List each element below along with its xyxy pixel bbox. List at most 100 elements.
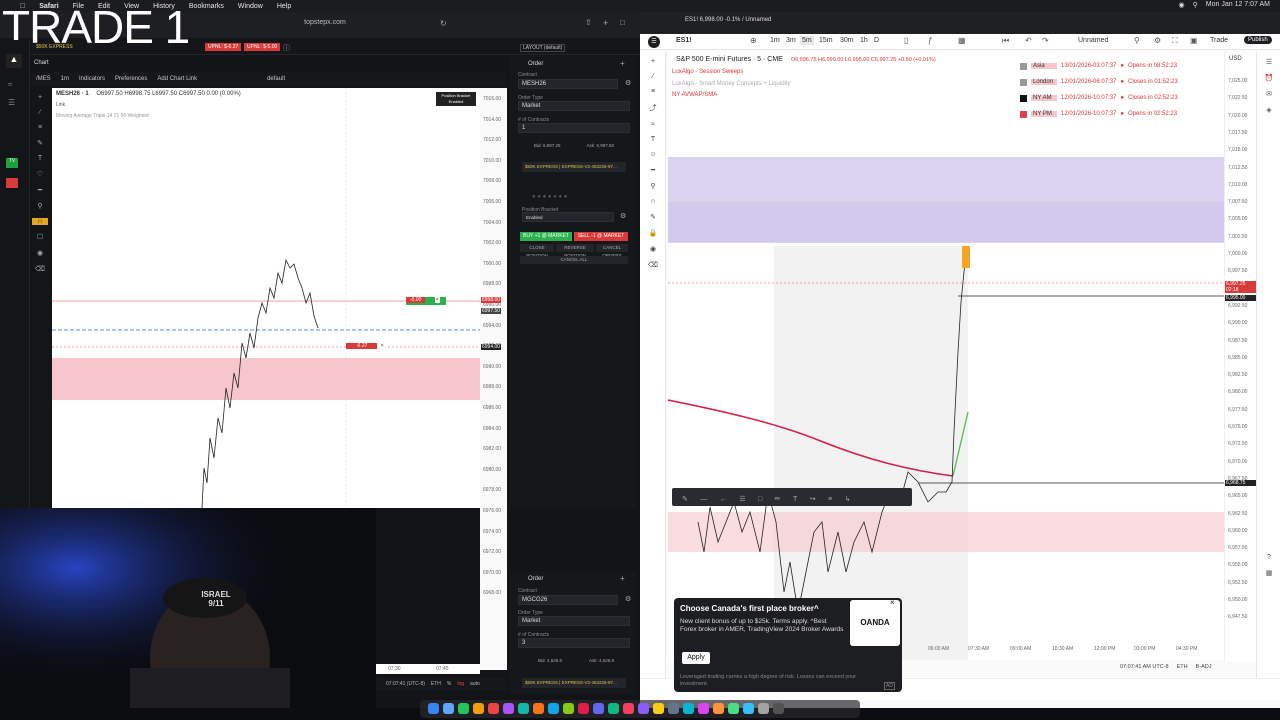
ask-price[interactable]: Ask: 6,997.50 xyxy=(586,143,614,148)
account-select[interactable]: $50K EXPRESS | EXPRESS-V2-453226-97... xyxy=(522,162,626,172)
layout-name[interactable]: Unnamed xyxy=(1078,37,1108,44)
chart-link[interactable]: Link xyxy=(56,102,65,108)
account-select[interactable]: $50K EXPRESS | EXPRESS-V2-453226-97... xyxy=(522,678,626,688)
order-tab[interactable]: Order xyxy=(528,576,543,582)
close-position-button[interactable]: CLOSE POSITION xyxy=(520,244,554,258)
close-icon[interactable]: × xyxy=(379,343,385,349)
dock-app-icon[interactable] xyxy=(578,703,589,714)
dock-app-icon[interactable] xyxy=(458,703,469,714)
dock-app-icon[interactable] xyxy=(548,703,559,714)
fullscreen-icon[interactable]: ⛶ xyxy=(1172,36,1178,46)
tv-emoji-icon[interactable]: ☺ xyxy=(640,151,666,158)
dock-app-icon[interactable] xyxy=(533,703,544,714)
tv-crosshair-icon[interactable]: + xyxy=(640,58,666,65)
tv-trash-icon[interactable]: ⌫ xyxy=(640,261,666,269)
arrow-icon[interactable]: ← xyxy=(720,496,727,503)
tabs-overview-icon[interactable]: □ xyxy=(620,18,625,27)
text-icon[interactable]: T xyxy=(793,496,797,503)
tv-symbol-title[interactable]: S&P 500 E-mini Futures · 5 · CME xyxy=(676,56,783,63)
preferences-button[interactable]: Preferences xyxy=(115,76,147,82)
camera-icon[interactable]: ▣ xyxy=(1190,36,1198,45)
add-chart-link-button[interactable]: Add Chart Link xyxy=(157,76,197,82)
chart-icon[interactable]: ≈ xyxy=(8,80,12,89)
template-select[interactable]: default xyxy=(267,76,285,82)
tv-search-icon[interactable]: ⚲ xyxy=(1134,36,1140,45)
zoom-icon[interactable]: ⚲ xyxy=(32,202,48,210)
reload-icon[interactable]: ↻ xyxy=(440,19,447,28)
tf-5m[interactable]: 5m xyxy=(800,36,814,45)
ruler-icon[interactable]: ━ xyxy=(32,186,48,194)
tv-eye-icon[interactable]: ◉ xyxy=(640,245,666,253)
tv-zoom-icon[interactable]: ⚲ xyxy=(640,182,666,190)
menu-icon[interactable]: ☰ xyxy=(739,495,745,503)
contracts-input[interactable]: 3 xyxy=(518,638,630,648)
undo-icon[interactable]: ↶ xyxy=(1025,36,1032,45)
wifi-icon[interactable]: ◉ xyxy=(1179,1,1185,9)
tf-15m[interactable]: 15m xyxy=(819,37,833,44)
order-type-select[interactable]: Market xyxy=(518,616,630,626)
dock-app-icon[interactable] xyxy=(743,703,754,714)
dock-app-icon[interactable] xyxy=(503,703,514,714)
tv-symbol-search[interactable]: ES1! xyxy=(676,37,692,44)
dock-app-icon[interactable] xyxy=(428,703,439,714)
cursor-icon[interactable]: ↳ xyxy=(845,495,851,503)
alerts-icon[interactable]: ⏰ xyxy=(1257,74,1280,82)
bid-price[interactable]: Bid: 6,997.25 xyxy=(534,143,561,148)
chart-tab[interactable]: Chart xyxy=(34,60,49,66)
tv-forecast-icon[interactable]: ≈ xyxy=(640,121,666,128)
dock-app-icon[interactable] xyxy=(443,703,454,714)
tf-1m[interactable]: 1m xyxy=(770,37,780,44)
contracts-input[interactable]: 1 xyxy=(518,123,630,133)
ad-apply-button[interactable]: Apply xyxy=(682,652,710,664)
buy-market-button[interactable]: BUY +1 @ MARKET xyxy=(520,232,572,241)
dock-app-icon[interactable] xyxy=(653,703,664,714)
redo-icon[interactable]: ↷ xyxy=(1042,36,1049,45)
close-icon[interactable]: × xyxy=(434,297,440,303)
reverse-position-button[interactable]: REVERSE POSITION xyxy=(556,244,594,258)
fib-icon[interactable]: ≡ xyxy=(32,124,48,131)
crosshair-icon[interactable]: + xyxy=(32,94,48,101)
dock-app-icon[interactable] xyxy=(728,703,739,714)
currency-label[interactable]: USD xyxy=(1229,56,1242,62)
menu-help[interactable]: Help xyxy=(277,3,291,10)
indicator-session-sweeps[interactable]: LuxAlgo - Session Sweeps xyxy=(672,69,743,75)
dock-app-icon[interactable] xyxy=(563,703,574,714)
timeframe-select[interactable]: 1m xyxy=(61,76,69,82)
sell-market-button[interactable]: SELL -1 @ MARKET xyxy=(574,232,628,241)
publish-button[interactable]: Publish xyxy=(1244,36,1272,44)
tv-chart[interactable] xyxy=(668,52,1224,660)
indicator-smc[interactable]: LuxAlgo - Smart Money Concepts + Liquidi… xyxy=(672,81,791,87)
settings-icon[interactable]: ⚙ xyxy=(625,79,631,87)
candles-icon[interactable]: ▯ xyxy=(904,36,908,45)
watchlist-icon[interactable]: ☰ xyxy=(1257,58,1280,66)
status-auto[interactable]: auto xyxy=(470,681,480,687)
order-tab[interactable]: Order xyxy=(528,61,543,67)
path-icon[interactable]: ↪ xyxy=(810,495,816,503)
dock-app-icon[interactable] xyxy=(518,703,529,714)
tv-lock-icon[interactable]: 🔒 xyxy=(640,229,666,237)
settings-icon[interactable]: ⚙ xyxy=(625,595,631,603)
heart-icon[interactable]: ♡ xyxy=(32,170,48,178)
trash-icon[interactable]: ⌫ xyxy=(32,265,48,273)
tv-trendline-icon[interactable]: ∕ xyxy=(640,73,666,80)
cancel-orders-button[interactable]: CANCEL ORDERS xyxy=(596,244,628,258)
apps-icon[interactable]: ▦ xyxy=(1257,569,1280,577)
rect-icon[interactable]: □ xyxy=(758,496,762,503)
status-percent[interactable]: % xyxy=(447,681,451,687)
share-icon[interactable]: ⇧ xyxy=(585,18,592,27)
dock-app-icon[interactable] xyxy=(758,703,769,714)
line-icon[interactable]: — xyxy=(700,496,707,503)
tv-menu-icon[interactable]: ☰ xyxy=(648,36,660,48)
position-bracket-badge[interactable]: Position Bracket Enabled xyxy=(436,92,476,106)
dock-app-icon[interactable] xyxy=(608,703,619,714)
tv-status-badj[interactable]: B-ADJ xyxy=(1196,664,1212,674)
brush-icon[interactable]: ✏ xyxy=(775,495,781,503)
trade-button[interactable]: Trade xyxy=(1210,37,1228,44)
trendline-icon[interactable]: ∕ xyxy=(32,109,48,116)
indicators-button[interactable]: Indicators xyxy=(79,76,105,82)
tf-1h[interactable]: 1h xyxy=(860,37,868,44)
dock-app-icon[interactable] xyxy=(668,703,679,714)
tv-price-axis[interactable]: USD 7,025.00 7,022.50 7,020.00 7,017.50 7,01… xyxy=(1224,52,1257,662)
dock-app-icon[interactable] xyxy=(698,703,709,714)
dock-app-icon[interactable] xyxy=(593,703,604,714)
